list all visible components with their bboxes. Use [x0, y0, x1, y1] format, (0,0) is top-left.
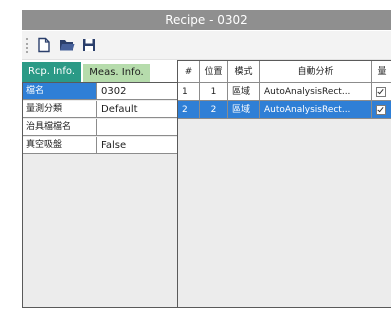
cell-number: 1 — [178, 83, 200, 101]
property-row-filename[interactable]: 檔名 0302 — [23, 83, 177, 101]
column-header-number[interactable]: # — [178, 61, 200, 83]
property-row-vacuum[interactable]: 真空吸盤 False — [23, 137, 177, 155]
tab-meas-info[interactable]: Meas. Info. — [83, 64, 150, 82]
cell-auto-analysis: AutoAnalysisRect... — [260, 83, 372, 101]
cell-mode: 區域 — [228, 83, 260, 101]
toolbar — [22, 31, 391, 60]
cell-mode: 區域 — [228, 101, 260, 119]
property-key: 檔名 — [23, 83, 97, 100]
property-row-category[interactable]: 量測分類 Default — [23, 101, 177, 119]
info-tabs: Rcp. Info. Meas. Info. — [22, 62, 177, 82]
cell-number: 2 — [178, 101, 200, 119]
property-key: 真空吸盤 — [23, 137, 97, 154]
property-value[interactable]: Default — [97, 101, 177, 118]
property-value[interactable]: 0302 — [97, 83, 177, 100]
property-value[interactable]: False — [97, 137, 177, 154]
cell-measure — [372, 83, 391, 101]
measure-checkbox[interactable] — [376, 87, 386, 97]
cell-auto-analysis: AutoAnalysisRect... — [260, 101, 372, 119]
cell-position: 1 — [200, 83, 228, 101]
property-row-fixture-file[interactable]: 治具檔檔名 — [23, 119, 177, 137]
property-value[interactable] — [97, 119, 177, 136]
open-folder-icon — [60, 40, 75, 51]
property-key: 治具檔檔名 — [23, 119, 97, 136]
open-folder-button[interactable] — [59, 37, 75, 53]
column-header-position[interactable]: 位置 — [200, 61, 228, 83]
tab-rcp-info[interactable]: Rcp. Info. — [22, 62, 81, 82]
table-row[interactable]: 2 2 區域 AutoAnalysisRect... — [178, 101, 391, 119]
new-file-icon — [38, 37, 50, 53]
column-header-auto-analysis[interactable]: 自動分析 — [260, 61, 372, 83]
table-row[interactable]: 1 1 區域 AutoAnalysisRect... — [178, 83, 391, 101]
window-title: Recipe - 0302 — [22, 10, 391, 30]
property-key: 量測分類 — [23, 101, 97, 118]
measurement-grid: # 位置 模式 自動分析 量 1 1 區域 AutoAnalysisRect..… — [177, 60, 391, 308]
measure-checkbox[interactable] — [376, 105, 386, 115]
save-disk-icon — [83, 39, 95, 51]
column-header-measure[interactable]: 量 — [372, 61, 391, 83]
property-grid: 檔名 0302 量測分類 Default 治具檔檔名 真空吸盤 False — [22, 82, 178, 308]
cell-position: 2 — [200, 101, 228, 119]
new-file-button[interactable] — [36, 37, 52, 53]
save-button[interactable] — [81, 37, 97, 53]
column-header-mode[interactable]: 模式 — [228, 61, 260, 83]
grid-header: # 位置 模式 自動分析 量 — [178, 61, 391, 83]
toolbar-grip[interactable] — [26, 38, 30, 53]
cell-measure — [372, 101, 391, 119]
